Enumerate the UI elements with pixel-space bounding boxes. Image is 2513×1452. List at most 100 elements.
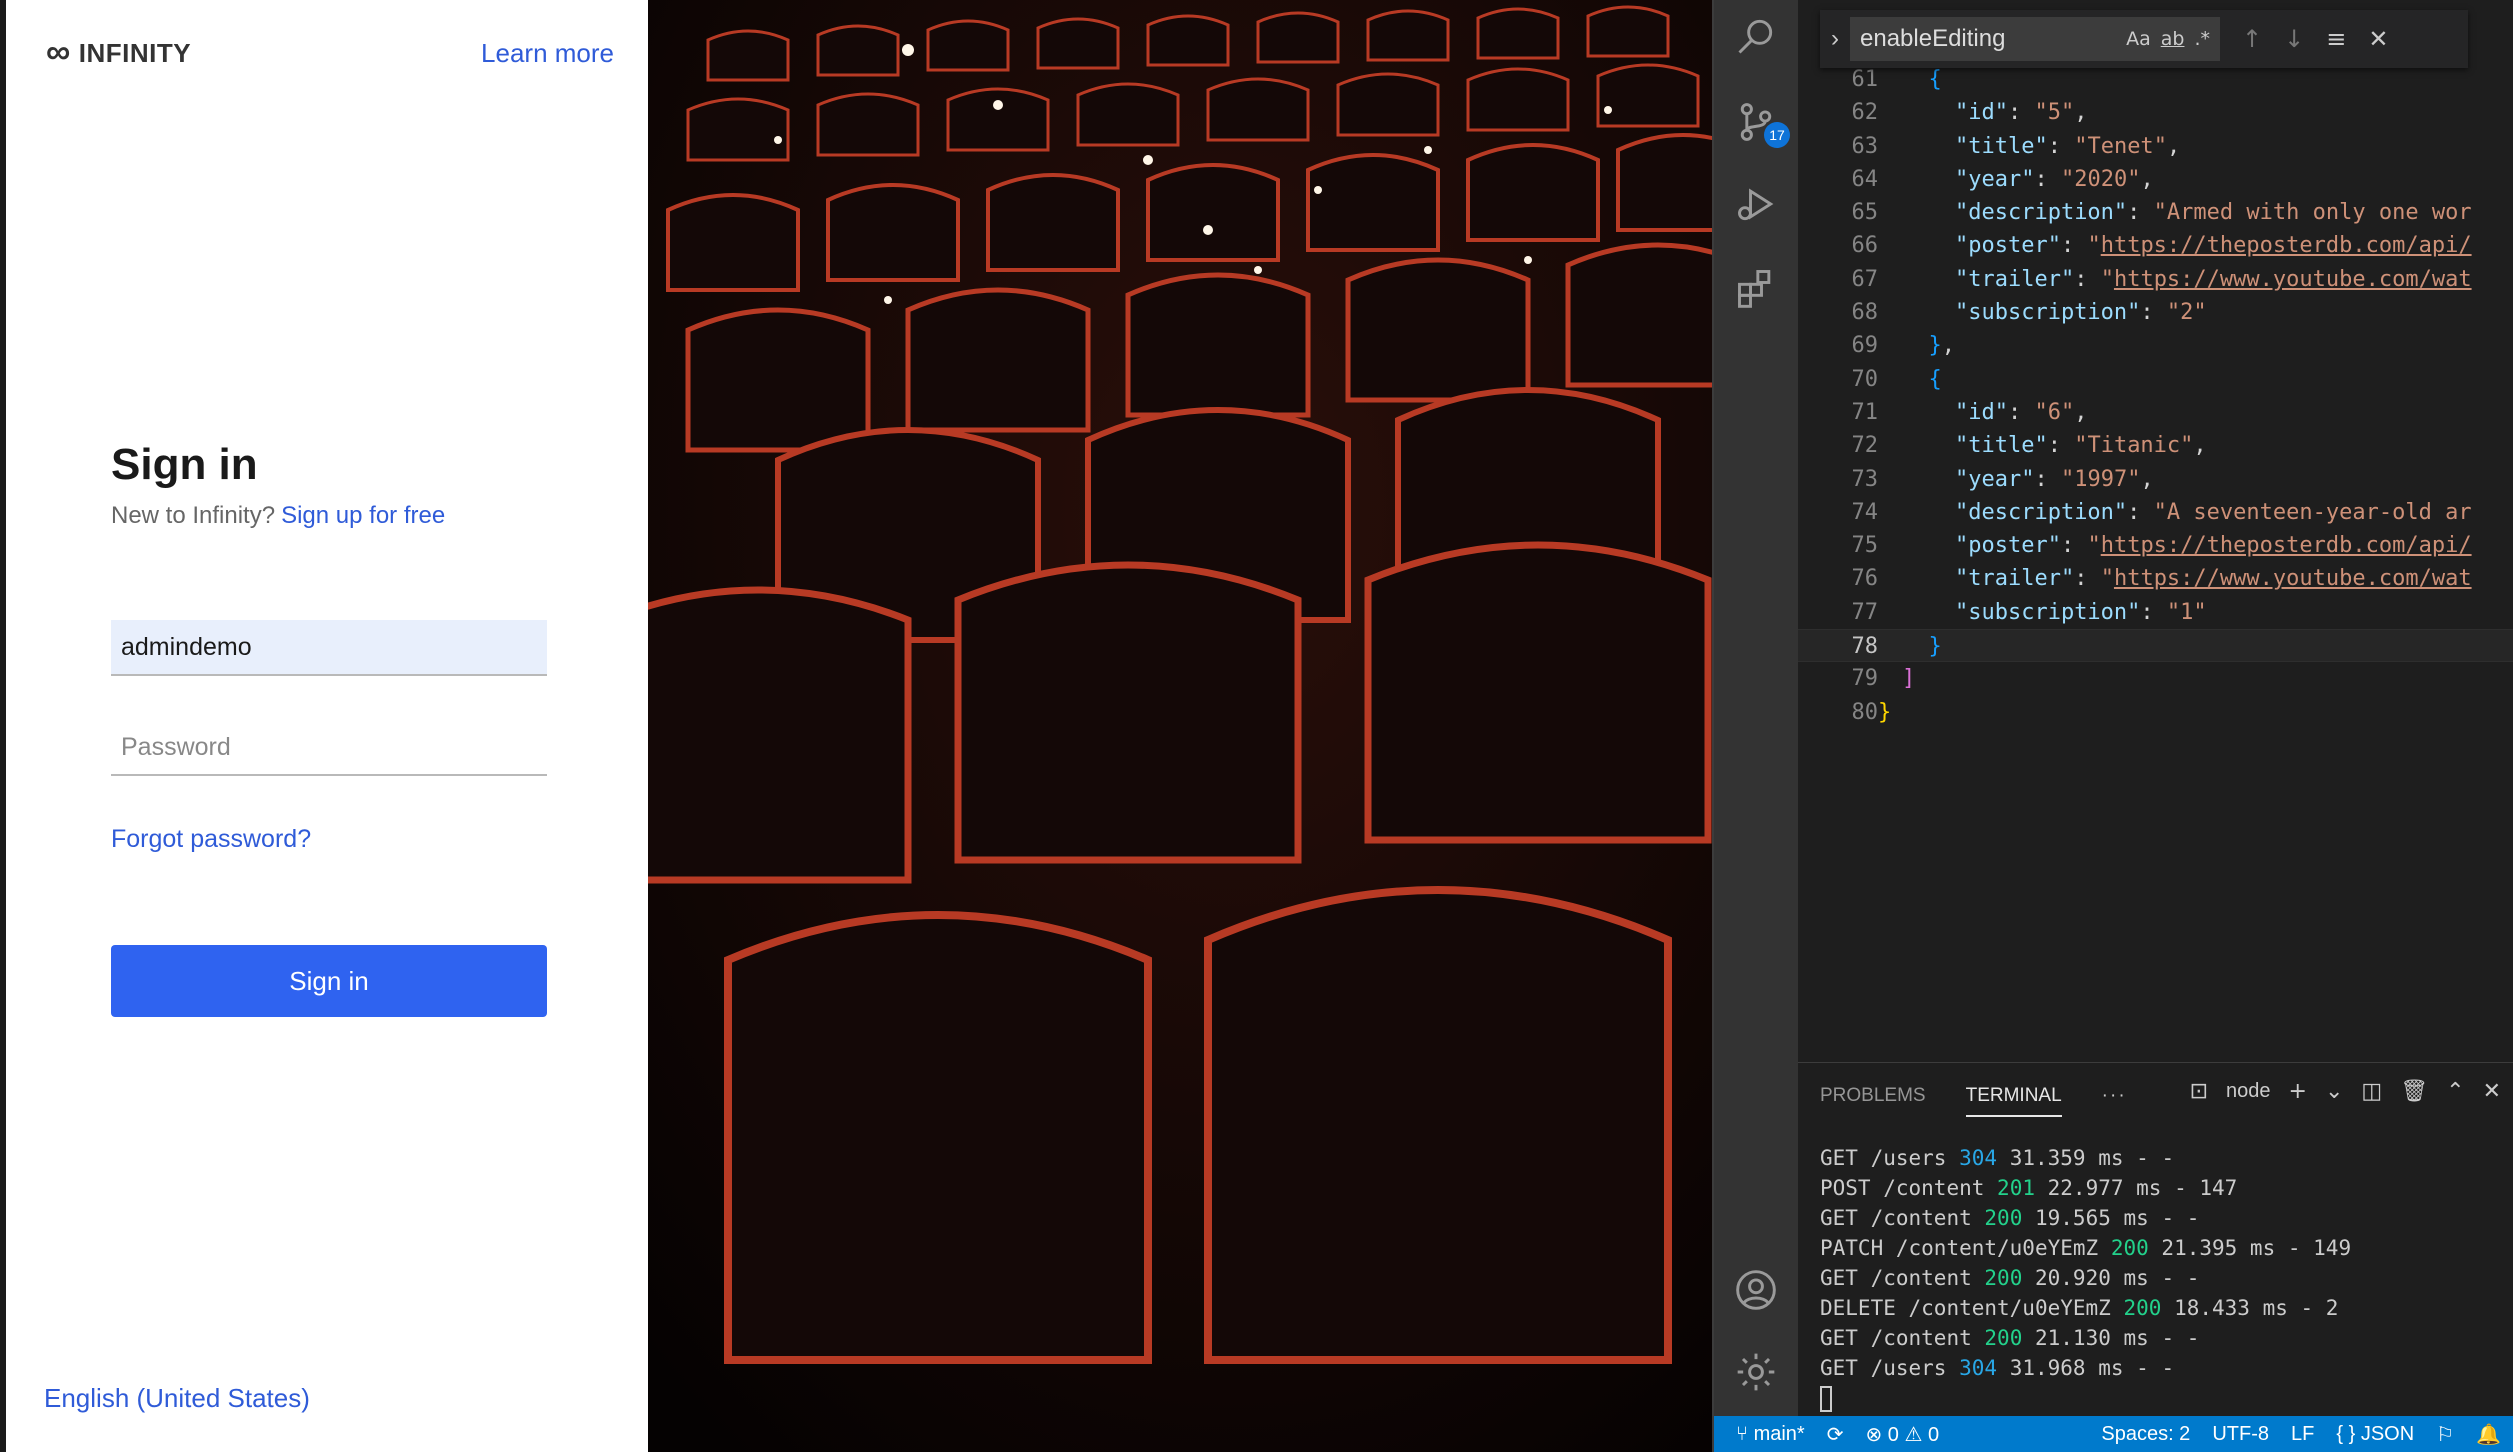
item6-id: 6 — [2047, 399, 2061, 425]
next-match-arrow-down-icon[interactable]: ↓ — [2284, 25, 2304, 53]
item5-trailer-link[interactable]: https://www.youtube.com/wat — [2114, 267, 2472, 292]
line-number: 66 — [1851, 233, 1879, 259]
eol-status[interactable]: LF — [2291, 1423, 2314, 1446]
tab-terminal[interactable]: TERMINAL — [1965, 1085, 2062, 1117]
item6-description: A seventeen-year-old ar — [2166, 499, 2472, 525]
item5-description: Armed with only one wor — [2166, 200, 2472, 226]
new-terminal-plus-icon[interactable]: + — [2289, 1079, 2307, 1104]
terminal-dropdown-chevron-icon[interactable]: ⌄ — [2325, 1079, 2343, 1104]
previous-match-arrow-up-icon[interactable]: ↑ — [2242, 25, 2262, 53]
git-branch[interactable]: ⑂ main* — [1736, 1423, 1805, 1446]
find-widget: › enableEditing Aa ab .* ↑ ↓ ≡ ✕ — [1820, 10, 2468, 68]
log-time: 21.395 ms — [2161, 1236, 2276, 1260]
activity-bar: 17 — [1714, 0, 1798, 1416]
close-panel-icon[interactable]: ✕ — [2483, 1079, 2501, 1104]
forgot-password-link[interactable]: Forgot password? — [111, 825, 311, 854]
line-number: 80 — [1851, 699, 1879, 725]
accounts-icon[interactable] — [1734, 1268, 1778, 1312]
log-time: 31.359 ms — [2009, 1146, 2124, 1170]
status-bar: ⑂ main* ⟳ ⊗ 0 ⚠ 0 Spaces: 2 UTF-8 LF { }… — [1714, 1416, 2513, 1452]
log-method: GET — [1820, 1356, 1858, 1380]
terminal-prompt[interactable] — [1820, 1383, 2351, 1413]
line-number: 74 — [1851, 499, 1879, 525]
line-number: 75 — [1851, 533, 1879, 559]
extensions-icon[interactable] — [1734, 266, 1778, 310]
log-status: 200 — [2110, 1236, 2149, 1260]
log-time: 22.977 ms — [2047, 1176, 2162, 1200]
log-path: /users — [1870, 1356, 1947, 1380]
panel-toolbar: ⊡ node + ⌄ ◫ 🗑 ⌃ ✕ — [2190, 1079, 2501, 1104]
learn-more-link[interactable]: Learn more — [481, 38, 614, 69]
terminal-shell-name[interactable]: node — [2226, 1080, 2271, 1103]
infinity-icon: ∞ — [46, 32, 71, 71]
log-status: 304 — [1959, 1146, 1998, 1170]
bottom-panel: PROBLEMS TERMINAL ··· ⊡ node + ⌄ ◫ 🗑 ⌃ ✕… — [1798, 1062, 2513, 1416]
maximize-panel-chevron-up-icon[interactable]: ⌃ — [2446, 1079, 2464, 1104]
log-time: 20.920 ms — [2035, 1266, 2149, 1290]
item6-trailer-link[interactable]: https://www.youtube.com/wat — [2114, 566, 2472, 591]
regex-toggle[interactable]: .* — [2194, 28, 2210, 50]
find-input[interactable]: enableEditing Aa ab .* — [1850, 17, 2220, 61]
log-path: /content — [1870, 1326, 1972, 1350]
find-in-selection-icon[interactable]: ≡ — [2326, 25, 2346, 53]
log-status: 200 — [1984, 1206, 2023, 1230]
search-icon[interactable] — [1734, 14, 1778, 58]
item5-id: 5 — [2047, 100, 2061, 126]
language-selector[interactable]: English (United States) — [44, 1383, 310, 1414]
brand-logo: ∞ INFINITY — [46, 32, 191, 71]
line-number: 63 — [1851, 133, 1879, 159]
terminal-log-line: GET /content 200 21.130 ms - - — [1820, 1323, 2351, 1353]
log-method: GET — [1820, 1146, 1858, 1170]
signup-link[interactable]: Sign up for free — [281, 502, 445, 529]
line-number: 78 — [1851, 634, 1879, 660]
language-name: JSON — [2360, 1422, 2415, 1445]
item6-subscription: 1 — [2180, 599, 2194, 625]
match-case-toggle[interactable]: Aa — [2126, 28, 2151, 50]
panel-more-icon[interactable]: ··· — [2102, 1085, 2127, 1117]
kill-terminal-trash-icon[interactable]: 🗑 — [2400, 1079, 2428, 1104]
encoding-status[interactable]: UTF-8 — [2212, 1423, 2269, 1446]
line-number: 62 — [1851, 100, 1879, 126]
log-size: - - — [2161, 1206, 2200, 1230]
problems-summary[interactable]: ⊗ 0 ⚠ 0 — [1865, 1422, 1939, 1447]
manage-gear-icon[interactable] — [1734, 1350, 1778, 1394]
split-terminal-icon[interactable]: ◫ — [2361, 1079, 2382, 1104]
signup-prompt-text: New to Infinity? — [111, 502, 276, 529]
line-number: 68 — [1851, 300, 1879, 326]
source-control-badge: 17 — [1764, 122, 1790, 148]
item5-poster-link[interactable]: https://theposterdb.com/api/ — [2101, 233, 2472, 258]
log-method: DELETE — [1820, 1296, 1896, 1320]
item6-year: 1997 — [2074, 466, 2128, 492]
terminal-cursor — [1820, 1386, 1832, 1412]
log-size: - - — [2136, 1356, 2175, 1380]
language-mode[interactable]: { } JSON — [2336, 1423, 2414, 1446]
username-field[interactable]: admindemo — [111, 620, 547, 676]
tab-problems[interactable]: PROBLEMS — [1820, 1085, 1926, 1117]
log-status: 200 — [1984, 1266, 2023, 1290]
sign-in-button[interactable]: Sign in — [111, 945, 547, 1017]
terminal-output[interactable]: GET /users 304 31.359 ms - - POST /conten… — [1820, 1143, 2351, 1413]
whole-word-toggle[interactable]: ab — [2161, 28, 2185, 50]
error-count: 0 — [1887, 1423, 1899, 1446]
panel-tabs: PROBLEMS TERMINAL ··· — [1820, 1085, 2127, 1117]
log-status: 200 — [1984, 1326, 2023, 1350]
notifications-bell-icon[interactable]: 🔔 — [2476, 1422, 2501, 1447]
code-editor[interactable]: 61 { 62 "id": "5", 63 "title": "Tenet", … — [1798, 0, 2513, 1062]
log-method: GET — [1820, 1266, 1858, 1290]
close-find-icon[interactable]: ✕ — [2368, 25, 2388, 53]
password-field[interactable]: Password — [111, 720, 547, 776]
log-method: POST — [1820, 1176, 1871, 1200]
run-debug-icon[interactable] — [1734, 182, 1778, 226]
terminal-log-line: GET /content 200 20.920 ms - - — [1820, 1263, 2351, 1293]
line-number: 72 — [1851, 433, 1879, 459]
feedback-icon[interactable]: ⚐ — [2436, 1422, 2454, 1447]
sync-icon[interactable]: ⟳ — [1827, 1422, 1844, 1447]
log-status: 201 — [1997, 1176, 2035, 1200]
toggle-replace-chevron-icon[interactable]: › — [1820, 25, 1850, 53]
log-time: 31.968 ms — [2009, 1356, 2124, 1380]
terminal-log-line: PATCH /content/u0eYEmZ 200 21.395 ms - 1… — [1820, 1233, 2351, 1263]
page-title: Sign in — [111, 440, 258, 489]
item6-poster-link[interactable]: https://theposterdb.com/api/ — [2101, 533, 2472, 558]
item5-year: 2020 — [2074, 166, 2128, 192]
indentation-status[interactable]: Spaces: 2 — [2101, 1423, 2190, 1446]
